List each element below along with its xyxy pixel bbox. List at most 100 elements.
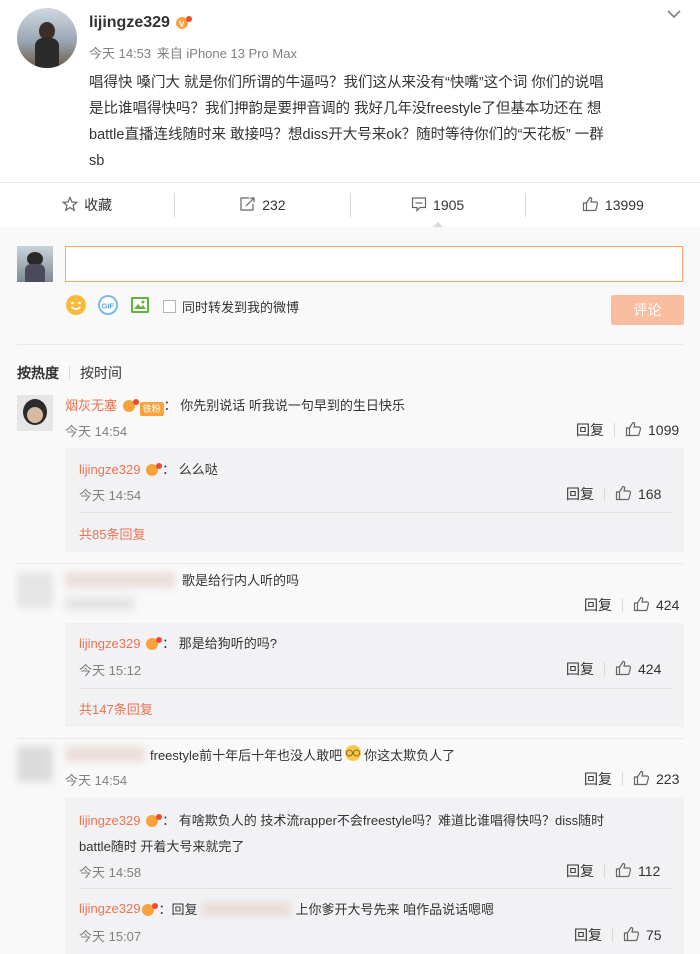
reply-text: 有啥欺负人的 技术流rapper不会freestyle吗？难道比谁唱得快吗？di…: [178, 813, 605, 828]
reply-text: battle随时 开着大号来就完了: [79, 839, 245, 854]
comment-content: 烟灰无塞 铁粉： 你先别说话 听我说一句早到的生日快乐: [65, 398, 405, 416]
comment-time: 今天 14:54: [65, 424, 128, 439]
verified-badge-icon: [146, 810, 163, 827]
comment-like-button[interactable]: 223: [633, 770, 679, 789]
reply-button[interactable]: 回复: [566, 861, 594, 881]
sort-hot-tab[interactable]: 按热度: [17, 363, 59, 383]
repost-button[interactable]: 232: [175, 196, 349, 215]
forward-label: 同时转发到我的微博: [182, 300, 300, 315]
comment-time: 今天 14:54: [65, 773, 128, 788]
reply-time: 今天 14:58: [79, 865, 142, 880]
favorite-button[interactable]: 收藏: [0, 195, 174, 215]
like-count: 13999: [604, 197, 644, 213]
reply-author[interactable]: lijingze329: [79, 462, 140, 477]
reply-like-button[interactable]: 168: [615, 485, 661, 504]
gif-icon[interactable]: GIF: [97, 294, 119, 319]
svg-text:GIF: GIF: [102, 302, 115, 311]
repost-icon: [239, 196, 256, 215]
reply-like-button[interactable]: 424: [615, 660, 661, 679]
reply-button[interactable]: 回复: [584, 595, 612, 615]
comment-button[interactable]: 1905: [351, 183, 525, 228]
verified-badge-icon: [146, 462, 163, 476]
post-meta: 今天 14:53 来自 iPhone 13 Pro Max: [89, 43, 297, 62]
reply-content: lijingze329 ： 那是给狗听的吗?: [79, 636, 277, 651]
action-separator: [604, 864, 605, 878]
submit-comment-button[interactable]: 评论: [611, 295, 684, 325]
star-icon: [61, 195, 79, 215]
reply-text: 上你爹开大号先来 咱作品说话嗯嗯: [295, 902, 495, 917]
comment-input[interactable]: [65, 246, 683, 282]
comment-avatar[interactable]: [17, 746, 53, 782]
reply-text: 么么哒: [178, 462, 218, 477]
reply-author[interactable]: lijingze329: [79, 636, 140, 651]
post-time[interactable]: 今天 14:53: [89, 46, 151, 61]
like-button[interactable]: 13999: [526, 196, 700, 215]
reply-button[interactable]: 回复: [574, 925, 602, 945]
reply-like-button[interactable]: 112: [615, 862, 660, 881]
comment-like-button[interactable]: 424: [633, 596, 679, 615]
reply-button[interactable]: 回复: [584, 769, 612, 789]
comment-count: 1905: [433, 197, 465, 213]
reply-like-count: 75: [646, 927, 662, 943]
post-text-line: battle直播连线随时来 敢接吗？想diss开大号来ok？随时等待你们的“天花…: [89, 127, 604, 143]
more-replies-link[interactable]: 共147条回复: [79, 699, 153, 718]
comment-divider: [17, 738, 684, 739]
reply-text: 那是给狗听的吗?: [178, 636, 277, 651]
verified-badge-icon: [122, 398, 139, 412]
reply-like-count: 112: [638, 863, 661, 879]
thumbs-up-icon: [633, 596, 650, 615]
comment-content: freestyle前十年后十年也没人敢吧 你这太欺负人了: [150, 744, 455, 765]
reply-content: lijingze329 ： 有啥欺负人的 技术流rapper不会freestyl…: [79, 808, 679, 860]
blurred-mention: [201, 901, 292, 916]
post-username[interactable]: lijingze329 V: [89, 14, 193, 32]
reply-button[interactable]: 回复: [566, 484, 594, 504]
more-replies-link[interactable]: 共85条回复: [79, 524, 145, 543]
compose-toolbar: GIF 同时转发到我的微博: [65, 294, 299, 319]
reply-actions: 回复 168: [566, 484, 661, 504]
post-text-line: sb: [89, 153, 105, 169]
reply-actions: 回复 75: [574, 925, 662, 945]
thumbs-up-icon: [623, 926, 640, 945]
comment-like-count: 1099: [648, 422, 680, 438]
forward-checkbox[interactable]: [163, 300, 176, 313]
comment-author[interactable]: 烟灰无塞: [65, 398, 117, 413]
comment-like-count: 424: [656, 597, 680, 613]
comment-like-button[interactable]: 1099: [625, 421, 679, 440]
reply-button[interactable]: 回复: [576, 420, 604, 440]
reply-text: 回复: [171, 902, 198, 917]
reply-content: lijingze329 ： 么么哒: [79, 462, 218, 477]
action-separator: [612, 928, 613, 942]
post-source: 来自 iPhone 13 Pro Max: [156, 46, 297, 61]
verified-badge-icon: [142, 902, 159, 916]
reply-actions: 回复 112: [566, 861, 660, 881]
sort-time-tab[interactable]: 按时间: [80, 363, 122, 383]
post-text-line: 是比谁唱得快吗？我们押韵是要押音调的 我好几年没freestyle了但基本功还在…: [89, 101, 602, 117]
emoji-icon[interactable]: [65, 294, 87, 319]
reply-like-button[interactable]: 75: [623, 926, 662, 945]
comment-actions: 回复 223: [584, 769, 679, 789]
action-separator: [604, 487, 605, 501]
comment-avatar[interactable]: [17, 572, 53, 608]
reply-actions: 回复 424: [566, 659, 661, 679]
thumbs-up-icon: [633, 770, 650, 789]
chevron-down-icon[interactable]: [666, 8, 682, 23]
post-username-text[interactable]: lijingze329: [89, 14, 170, 31]
reply-button[interactable]: 回复: [566, 659, 594, 679]
compose-divider: [17, 344, 684, 345]
image-icon[interactable]: [129, 294, 151, 319]
thumbs-up-icon: [625, 421, 642, 440]
thumbs-up-icon: [615, 485, 632, 504]
sort-separator: [69, 366, 70, 380]
reply-author[interactable]: lijingze329: [79, 901, 140, 916]
favorite-label: 收藏: [84, 197, 113, 213]
sort-tabs: 按热度 按时间: [17, 363, 122, 383]
my-avatar: [17, 246, 53, 282]
reply-author[interactable]: lijingze329: [79, 813, 140, 828]
reply-like-count: 168: [638, 486, 662, 502]
blurred-username: [65, 572, 175, 588]
post-text: 唱得快 嗓门大 就是你们所谓的牛逼吗？我们这从来没有“快嘴”这个词 你们的说唱 …: [89, 70, 689, 174]
reply-time: 今天 15:07: [79, 929, 142, 944]
comment-text: 你这太欺负人了: [364, 748, 456, 763]
comment-avatar[interactable]: [17, 395, 53, 431]
post-avatar[interactable]: [17, 8, 77, 68]
